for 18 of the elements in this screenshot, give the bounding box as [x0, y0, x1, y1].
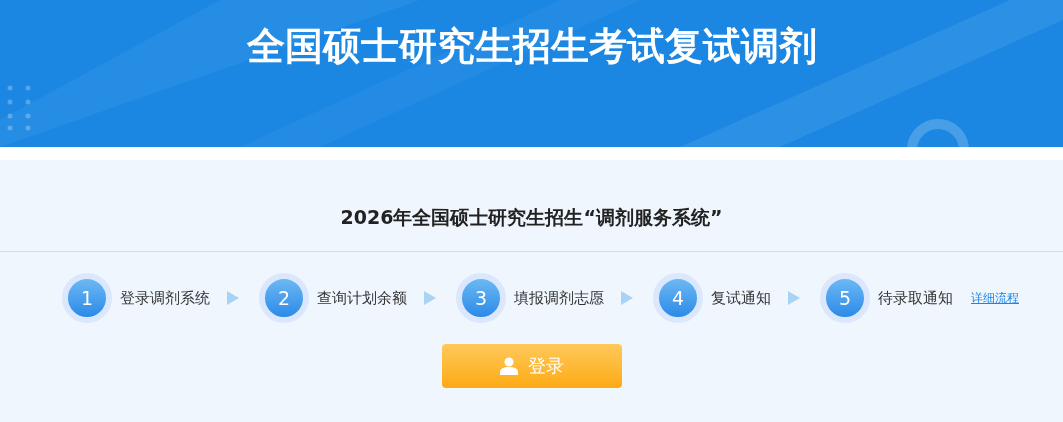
- site-title: 全国硕士研究生招生考试复试调剂: [246, 23, 817, 70]
- user-icon: [499, 357, 518, 375]
- step-label: 待录取通知: [878, 288, 953, 308]
- step-label: 复试通知: [711, 288, 771, 308]
- step-label: 填报调剂志愿: [514, 288, 604, 308]
- step-number: 5: [820, 273, 870, 323]
- step-label: 登录调剂系统: [120, 288, 210, 308]
- arrow-icon: [424, 291, 436, 305]
- step-number: 2: [259, 273, 309, 323]
- step-label: 查询计划余额: [317, 288, 407, 308]
- step-number: 1: [62, 273, 112, 323]
- details-link[interactable]: 详细流程: [971, 289, 1019, 307]
- step-number: 4: [653, 273, 703, 323]
- arrow-icon: [788, 291, 800, 305]
- system-title: 2026年全国硕士研究生招生“调剂服务系统”: [340, 205, 723, 230]
- arrow-icon: [227, 291, 239, 305]
- arrow-icon: [621, 291, 633, 305]
- step-number: 3: [456, 273, 506, 323]
